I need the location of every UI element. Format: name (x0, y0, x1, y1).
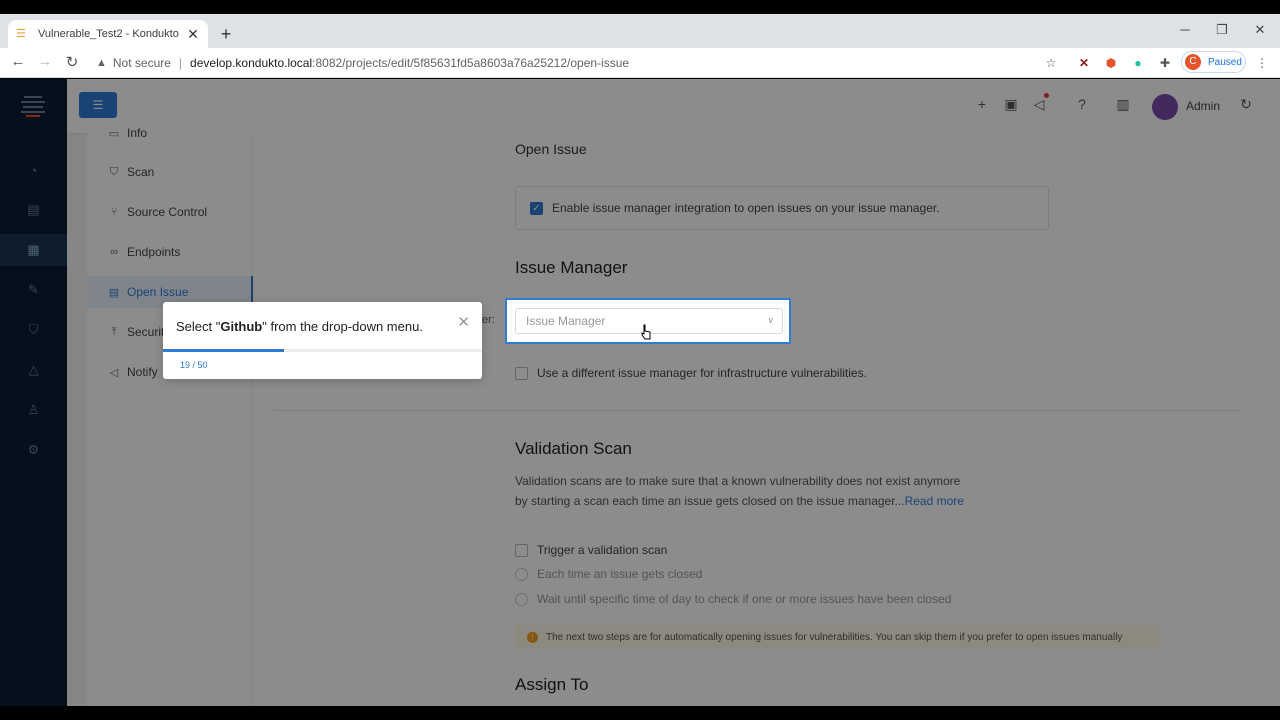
issue-manager-placeholder: Issue Manager (526, 314, 606, 328)
tour-message: Select "Github" from the drop-down menu. (176, 319, 423, 334)
issue-manager-field-label: er: (482, 314, 495, 326)
back-arrow-icon[interactable]: ← (8, 53, 28, 70)
tour-popover: Select "Github" from the drop-down menu.… (163, 302, 482, 379)
window-close-icon[interactable]: ✕ (1250, 22, 1270, 38)
tour-message-option: Github (220, 319, 263, 334)
grammarly-extension-icon[interactable]: ● (1130, 55, 1146, 71)
screen-top-border (0, 0, 1280, 14)
browser-tabstrip: ☰ Vulnerable_Test2 - Kondukto ✕ + ─ ❐ ✕ (0, 14, 1280, 48)
security-label: Not secure (112, 56, 171, 70)
chevron-down-icon: ∨ (767, 315, 774, 325)
tab-title: Vulnerable_Test2 - Kondukto (38, 28, 179, 40)
forward-arrow-icon[interactable]: → (35, 53, 55, 70)
profile-avatar: C (1185, 54, 1201, 70)
minimize-icon[interactable]: ─ (1175, 22, 1195, 37)
mouse-pointer-icon (641, 324, 651, 340)
tour-message-pre: Select " (176, 319, 221, 334)
tour-message-post: " from the drop-down menu. (262, 319, 423, 334)
warning-triangle-icon: ▲ (96, 57, 107, 69)
tour-overlay (0, 79, 1280, 706)
kondukto-favicon-icon: ☰ (16, 28, 26, 40)
tab-close-icon[interactable]: ✕ (186, 26, 200, 43)
url-host: develop.kondukto.local (190, 56, 313, 70)
browser-tab[interactable]: ☰ Vulnerable_Test2 - Kondukto ✕ (8, 20, 208, 48)
tour-close-icon[interactable]: ✕ (457, 313, 470, 331)
browser-toolbar: ← → ↻ ▲ Not secure | develop.kondukto.lo… (0, 48, 1280, 78)
tour-step-count: 19 / 50 (180, 360, 208, 370)
url-separator: | (178, 56, 183, 70)
bookmark-star-icon[interactable]: ☆ (1043, 55, 1059, 71)
extensions-puzzle-icon[interactable]: ✚ (1157, 55, 1173, 71)
tour-progress-fill (163, 349, 285, 352)
browser-menu-icon[interactable]: ⋮ (1254, 55, 1270, 71)
tour-progress-track (163, 349, 482, 352)
address-field[interactable]: ▲ Not secure | develop.kondukto.local :8… (96, 51, 1066, 75)
shield-extension-icon[interactable]: ⬢ (1103, 55, 1119, 71)
profile-button[interactable]: C Paused (1181, 51, 1246, 73)
pdf-extension-icon[interactable]: ✕ (1076, 55, 1092, 71)
url-path: :8082/projects/edit/5f85631fd5a8603a76a2… (312, 56, 630, 70)
screen-bottom-border (0, 706, 1280, 720)
reload-icon[interactable]: ↻ (62, 53, 82, 71)
profile-status: Paused (1208, 56, 1242, 68)
restore-icon[interactable]: ❐ (1212, 22, 1232, 38)
new-tab-button[interactable]: + (216, 24, 236, 45)
